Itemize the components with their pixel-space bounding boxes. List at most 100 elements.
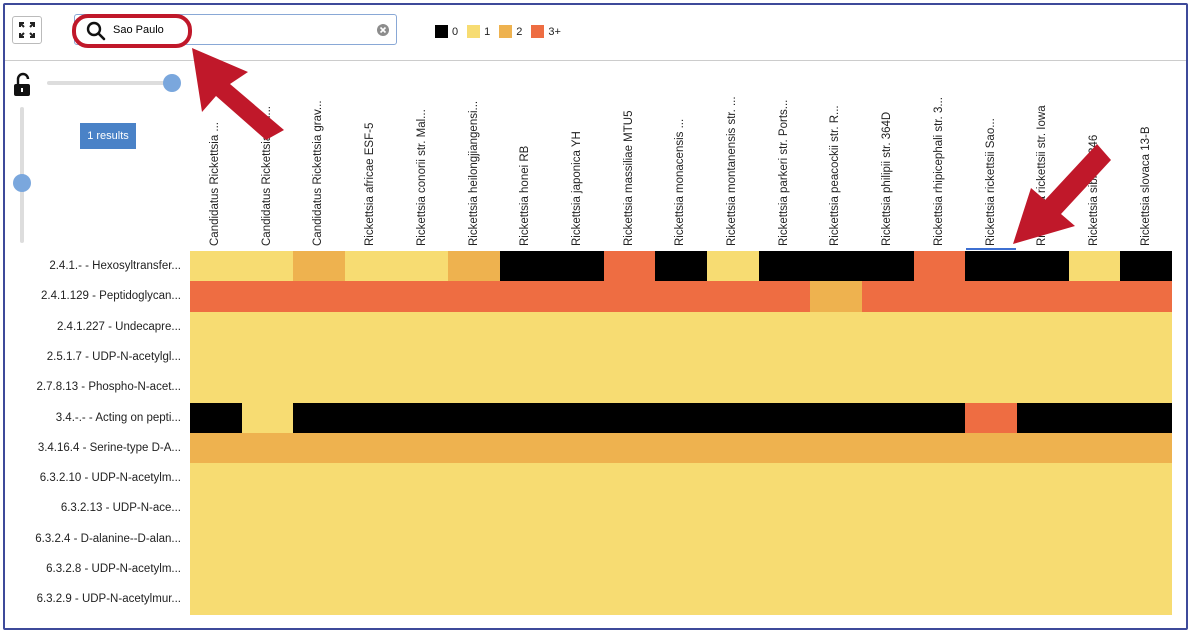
heatmap-cell[interactable] — [603, 311, 656, 343]
heatmap-cell[interactable] — [1068, 432, 1121, 464]
row-label[interactable]: 6.3.2.4 - D-alanine--D-alan... — [1, 524, 181, 555]
row-label[interactable]: 2.4.1.- - Hexosyltransfer... — [1, 251, 181, 282]
heatmap-cell[interactable] — [396, 523, 449, 555]
heatmap-cell[interactable] — [603, 463, 656, 495]
heatmap-cell[interactable] — [190, 341, 242, 373]
heatmap-cell[interactable] — [810, 402, 862, 434]
heatmap-cell[interactable] — [1017, 554, 1069, 585]
heatmap-cell[interactable] — [603, 281, 656, 313]
heatmap-cell[interactable] — [241, 402, 294, 434]
heatmap-cell[interactable] — [500, 493, 552, 525]
heatmap-cell[interactable] — [500, 402, 552, 434]
heatmap-cell[interactable] — [758, 493, 811, 525]
row-label[interactable]: 3.4.-.- - Acting on pepti... — [1, 403, 181, 434]
heatmap-cell[interactable] — [758, 251, 811, 282]
column-header[interactable]: Rickettsia massiliae MTU5 — [619, 66, 639, 246]
heatmap-cell[interactable] — [706, 341, 759, 373]
heatmap-cell[interactable] — [551, 432, 604, 464]
heatmap-cell[interactable] — [861, 463, 914, 495]
heatmap-cell[interactable] — [810, 341, 862, 373]
heatmap-cell[interactable] — [603, 251, 656, 282]
heatmap-cell[interactable] — [965, 372, 1017, 404]
heatmap-cell[interactable] — [551, 523, 604, 555]
heatmap-cell[interactable] — [758, 432, 811, 464]
heatmap-cell[interactable] — [241, 311, 294, 343]
heatmap-cell[interactable] — [655, 281, 707, 313]
heatmap-cell[interactable] — [810, 523, 862, 555]
heatmap-cell[interactable] — [293, 463, 346, 495]
heatmap-cell[interactable] — [965, 311, 1017, 343]
heatmap-cell[interactable] — [345, 402, 397, 434]
heatmap-cell[interactable] — [500, 341, 552, 373]
heatmap-cell[interactable] — [1120, 311, 1173, 343]
heatmap-cell[interactable] — [861, 281, 914, 313]
heatmap-cell[interactable] — [345, 311, 397, 343]
heatmap-cell[interactable] — [448, 432, 501, 464]
heatmap-cell[interactable] — [500, 584, 552, 616]
heatmap-cell[interactable] — [190, 311, 242, 343]
heatmap-cell[interactable] — [241, 432, 294, 464]
heatmap-cell[interactable] — [861, 523, 914, 555]
heatmap-cell[interactable] — [810, 251, 862, 282]
heatmap-cell[interactable] — [861, 372, 914, 404]
heatmap-cell[interactable] — [1120, 341, 1173, 373]
heatmap-cell[interactable] — [293, 311, 346, 343]
heatmap-cell[interactable] — [810, 554, 862, 585]
heatmap-cell[interactable] — [1017, 523, 1069, 555]
heatmap-cell[interactable] — [706, 251, 759, 282]
heatmap-cell[interactable] — [396, 311, 449, 343]
heatmap-cell[interactable] — [758, 311, 811, 343]
heatmap-cell[interactable] — [448, 584, 501, 616]
heatmap-cell[interactable] — [810, 584, 862, 616]
heatmap-cell[interactable] — [706, 554, 759, 585]
heatmap-cell[interactable] — [448, 281, 501, 313]
heatmap-cell[interactable] — [345, 523, 397, 555]
heatmap-cell[interactable] — [190, 251, 242, 282]
heatmap-cell[interactable] — [1120, 554, 1173, 585]
heatmap-cell[interactable] — [758, 402, 811, 434]
heatmap-cell[interactable] — [551, 463, 604, 495]
heatmap-cell[interactable] — [603, 432, 656, 464]
heatmap-cell[interactable] — [500, 281, 552, 313]
heatmap-cell[interactable] — [551, 402, 604, 434]
row-label[interactable]: 6.3.2.8 - UDP-N-acetylm... — [1, 554, 181, 585]
heatmap-cell[interactable] — [965, 402, 1017, 434]
column-header[interactable]: Rickettsia peacockii str. R... — [825, 66, 845, 246]
heatmap-cell[interactable] — [810, 372, 862, 404]
heatmap-cell[interactable] — [913, 554, 966, 585]
heatmap-cell[interactable] — [965, 432, 1017, 464]
heatmap-cell[interactable] — [241, 493, 294, 525]
heatmap-cell[interactable] — [241, 281, 294, 313]
heatmap-cell[interactable] — [345, 584, 397, 616]
heatmap-cell[interactable] — [293, 493, 346, 525]
heatmap-cell[interactable] — [706, 372, 759, 404]
heatmap-cell[interactable] — [448, 554, 501, 585]
heatmap-cell[interactable] — [655, 341, 707, 373]
heatmap-cell[interactable] — [241, 341, 294, 373]
heatmap-cell[interactable] — [190, 493, 242, 525]
heatmap-cell[interactable] — [396, 251, 449, 282]
heatmap-cell[interactable] — [551, 372, 604, 404]
heatmap-cell[interactable] — [1017, 341, 1069, 373]
heatmap-cell[interactable] — [241, 554, 294, 585]
heatmap-cell[interactable] — [448, 341, 501, 373]
heatmap-cell[interactable] — [706, 281, 759, 313]
heatmap-cell[interactable] — [500, 372, 552, 404]
heatmap-cell[interactable] — [293, 554, 346, 585]
row-label[interactable]: 2.5.1.7 - UDP-N-acetylgl... — [1, 342, 181, 373]
heatmap-cell[interactable] — [345, 341, 397, 373]
column-header[interactable]: Rickettsia rhipicephali str. 3... — [929, 66, 949, 246]
heatmap-cell[interactable] — [1120, 432, 1173, 464]
heatmap-cell[interactable] — [293, 523, 346, 555]
heatmap-cell[interactable] — [603, 341, 656, 373]
heatmap-cell[interactable] — [396, 584, 449, 616]
heatmap-cell[interactable] — [396, 402, 449, 434]
heatmap-cell[interactable] — [190, 281, 242, 313]
row-label[interactable]: 6.3.2.10 - UDP-N-acetylm... — [1, 463, 181, 494]
heatmap-cell[interactable] — [758, 372, 811, 404]
heatmap-cell[interactable] — [965, 523, 1017, 555]
heatmap-cell[interactable] — [1017, 281, 1069, 313]
heatmap-cell[interactable] — [861, 493, 914, 525]
heatmap-cell[interactable] — [913, 432, 966, 464]
heatmap-cell[interactable] — [190, 402, 242, 434]
